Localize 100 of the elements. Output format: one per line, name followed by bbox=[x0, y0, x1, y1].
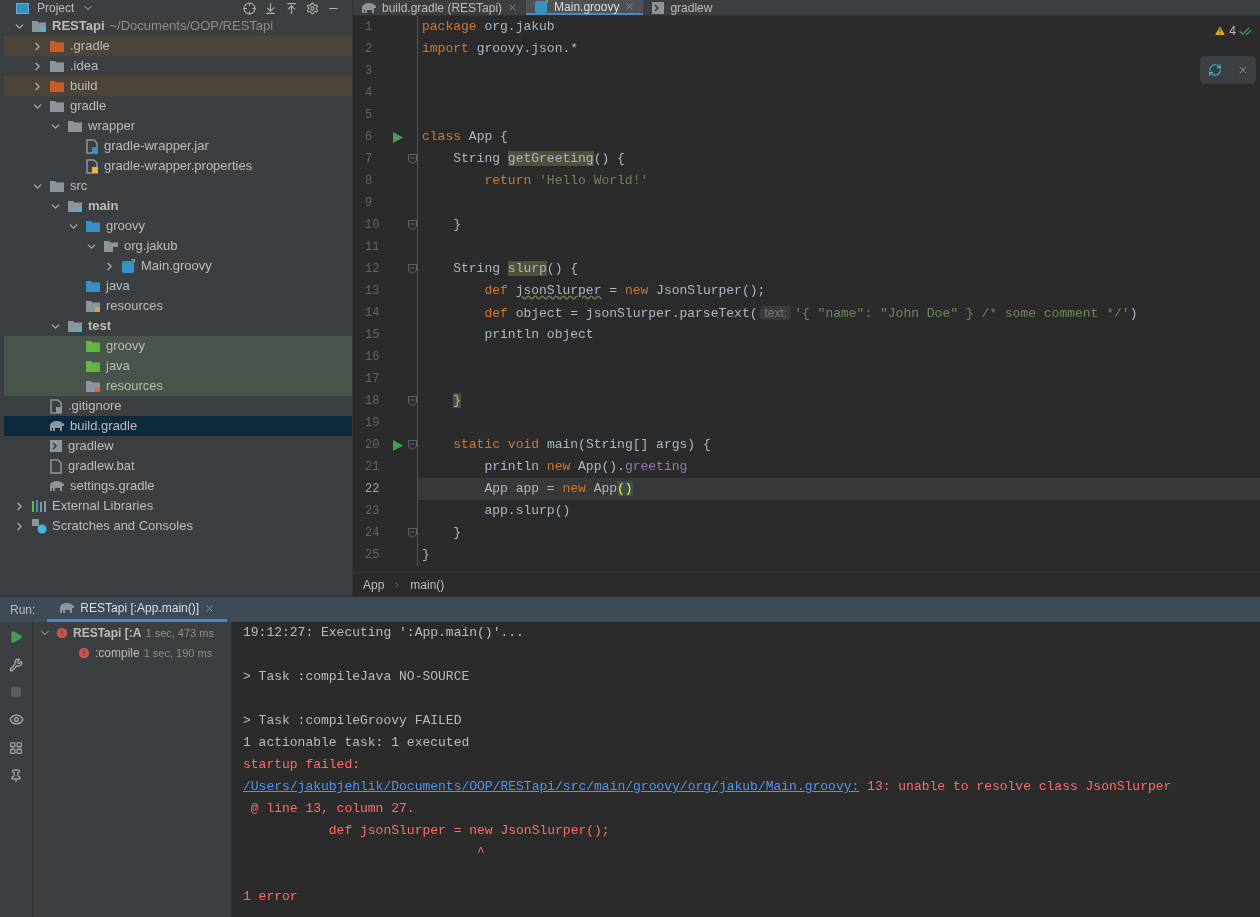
item-label: java bbox=[106, 357, 130, 376]
tree-item[interactable]: .idea bbox=[4, 56, 352, 76]
close-icon[interactable] bbox=[507, 2, 519, 13]
warning-count[interactable]: 4 bbox=[1229, 22, 1236, 40]
fold-icon[interactable] bbox=[407, 154, 417, 164]
item-label: resources bbox=[106, 377, 164, 396]
properties-file-icon bbox=[85, 158, 99, 174]
tree-item[interactable]: Main.groovy bbox=[4, 256, 352, 276]
tree-item[interactable]: .gitignore bbox=[4, 396, 352, 416]
tree-item[interactable]: build bbox=[4, 76, 352, 96]
tree-item[interactable]: External Libraries bbox=[4, 496, 352, 516]
tree-item[interactable]: java bbox=[4, 276, 352, 296]
line-number: 14 bbox=[364, 305, 381, 322]
item-label: gradle bbox=[70, 97, 107, 116]
fold-icon[interactable] bbox=[407, 220, 417, 230]
project-icon bbox=[16, 2, 29, 14]
eye-icon[interactable] bbox=[8, 712, 24, 727]
item-label: build.gradle bbox=[70, 417, 138, 436]
refresh-icon[interactable] bbox=[1207, 63, 1222, 77]
fold-icon[interactable] bbox=[407, 440, 417, 450]
layout-icon[interactable] bbox=[9, 741, 23, 755]
run-icon[interactable] bbox=[9, 630, 23, 644]
console-line: /Users/jakubjehlik/Documents/OOP/RESTapi/src/main/groovy/org/jakub/Main.groovy: 13: unable to resolve class JsonSlurper bbox=[243, 778, 1173, 796]
tree-item[interactable]: java bbox=[4, 356, 352, 376]
tree-item[interactable]: src bbox=[4, 176, 352, 196]
locate-icon[interactable] bbox=[243, 1, 256, 15]
tree-item[interactable]: gradle-wrapper.jar bbox=[4, 136, 352, 156]
item-label: resources bbox=[106, 297, 164, 316]
wrench-icon[interactable] bbox=[9, 658, 23, 672]
tree-item[interactable]: gradlew.bat bbox=[4, 456, 352, 476]
tree-item[interactable]: gradle bbox=[4, 96, 352, 116]
scratches-icon bbox=[31, 518, 47, 534]
task-time: 1 sec, 473 ms bbox=[145, 625, 214, 641]
tree-item[interactable]: gradlew bbox=[4, 436, 352, 456]
breadcrumb[interactable]: App bbox=[363, 575, 385, 594]
line-number: 7 bbox=[364, 151, 374, 168]
resources-folder-icon bbox=[85, 379, 101, 393]
line-number: 3 bbox=[364, 63, 374, 80]
tree-item[interactable]: main bbox=[4, 196, 352, 216]
item-label: External Libraries bbox=[52, 497, 154, 516]
console-line: 1 error bbox=[243, 888, 299, 906]
tree-item[interactable]: wrapper bbox=[4, 116, 352, 136]
editor-tab[interactable]: build.gradle (RESTapi) bbox=[353, 0, 527, 15]
tree-item[interactable]: build.gradle bbox=[4, 416, 352, 436]
tree-item[interactable]: org.jakub bbox=[4, 236, 352, 256]
console-line: > Task :compileJava NO-SOURCE bbox=[243, 668, 471, 686]
line-number: 18 bbox=[364, 393, 381, 410]
panel-title[interactable]: Project bbox=[37, 2, 75, 14]
console-line: 19:12:27: Executing ':App.main()'... bbox=[243, 624, 525, 642]
error-icon bbox=[55, 626, 69, 640]
file-link[interactable]: /Users/jakubjehlik/Documents/OOP/RESTapi/src/main/groovy/org/jakub/Main.groovy: bbox=[243, 779, 860, 794]
line-number: 17 bbox=[364, 371, 381, 388]
close-icon[interactable] bbox=[624, 1, 636, 12]
elephant-icon bbox=[361, 1, 377, 14]
expand-all-icon[interactable] bbox=[264, 1, 277, 15]
breadcrumb[interactable]: main() bbox=[410, 575, 445, 594]
line-number: 5 bbox=[364, 107, 374, 124]
folder-icon bbox=[85, 279, 101, 293]
line-number: 23 bbox=[364, 503, 381, 520]
warning-icon[interactable] bbox=[1214, 25, 1227, 37]
module-folder-icon bbox=[67, 319, 83, 333]
settings-icon[interactable] bbox=[306, 1, 319, 15]
tree-item[interactable]: groovy bbox=[4, 216, 352, 236]
pin-icon[interactable] bbox=[9, 769, 23, 783]
class-file-icon bbox=[534, 0, 550, 14]
close-icon[interactable] bbox=[204, 602, 216, 614]
item-label: gradle-wrapper.properties bbox=[104, 157, 253, 176]
run-tree-item[interactable]: :compile 1 sec, 190 ms bbox=[33, 643, 231, 663]
task-time: 1 sec, 190 ms bbox=[143, 645, 213, 661]
tree-item[interactable]: test bbox=[4, 316, 352, 336]
item-label: gradlew bbox=[68, 437, 114, 456]
text-file-icon bbox=[49, 458, 63, 474]
run-icon[interactable] bbox=[393, 131, 403, 143]
tree-item[interactable]: .gradle bbox=[4, 36, 352, 56]
run-tree-item[interactable]: RESTapi [:A 1 sec, 473 ms bbox=[33, 623, 231, 643]
tree-item[interactable]: Scratches and Consoles bbox=[4, 516, 352, 536]
fold-icon[interactable] bbox=[407, 396, 417, 406]
console-line: ^ bbox=[476, 844, 486, 862]
class-file-icon bbox=[121, 258, 136, 274]
folder-icon bbox=[85, 219, 101, 233]
item-label: settings.gradle bbox=[70, 477, 155, 496]
item-label: java bbox=[106, 277, 130, 296]
line-number: 9 bbox=[364, 195, 374, 212]
tree-item[interactable]: settings.gradle bbox=[4, 476, 352, 496]
tree-item[interactable]: groovy bbox=[4, 336, 352, 356]
folder-icon bbox=[49, 99, 65, 113]
elephant-icon bbox=[49, 420, 65, 432]
item-label: build bbox=[70, 77, 98, 96]
editor-tab[interactable]: Main.groovy bbox=[526, 0, 644, 15]
run-icon[interactable] bbox=[393, 439, 403, 451]
tree-item[interactable]: RESTapi ~/Documents/OOP/RESTapi bbox=[4, 16, 352, 36]
fold-icon[interactable] bbox=[407, 264, 417, 274]
tree-item[interactable]: gradle-wrapper.properties bbox=[4, 156, 352, 176]
tree-item[interactable]: resources bbox=[4, 296, 352, 316]
line-number: 25 bbox=[364, 547, 381, 564]
editor-tab[interactable]: gradlew bbox=[643, 0, 721, 15]
fold-icon[interactable] bbox=[407, 528, 417, 538]
tree-item[interactable]: resources bbox=[4, 376, 352, 396]
item-label: .gradle bbox=[70, 37, 110, 56]
collapse-all-icon[interactable] bbox=[285, 1, 298, 15]
